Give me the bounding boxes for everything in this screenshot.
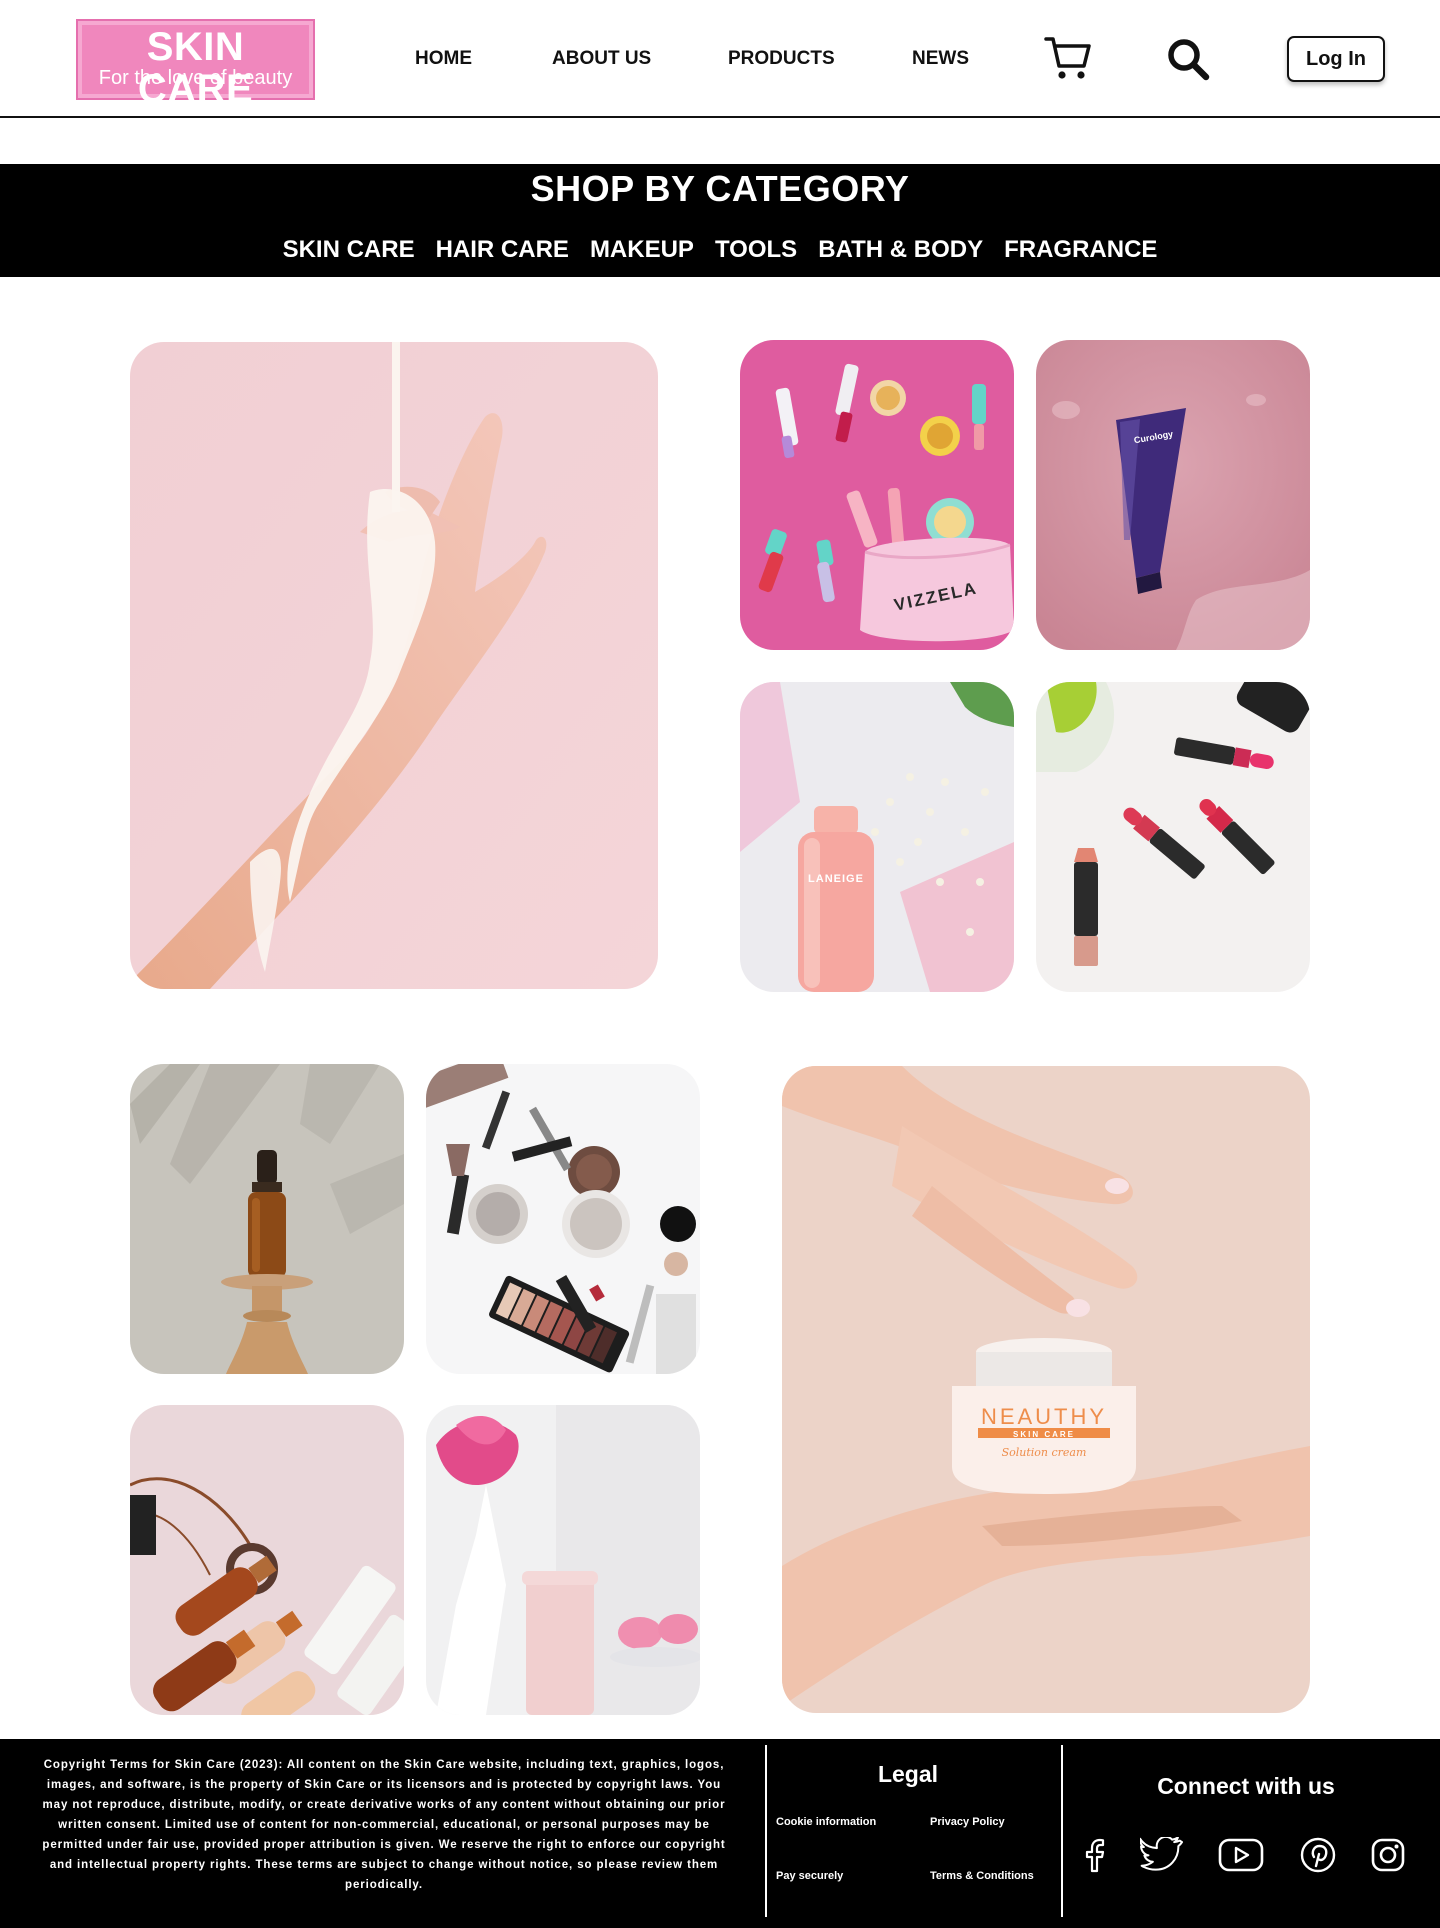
neauthy-label: NEAUTHY	[981, 1404, 1107, 1429]
legal-heading: Legal	[877, 1761, 939, 1787]
nav-news[interactable]: NEWS	[912, 48, 969, 70]
category-skin-care[interactable]: SKIN CARE	[283, 236, 415, 264]
magnifier-icon[interactable]	[1166, 37, 1210, 81]
neauthy-sublabel: SKIN CARE	[1013, 1430, 1075, 1439]
footer-divider	[765, 1745, 767, 1917]
category-heading: SHOP BY CATEGORY	[530, 168, 910, 209]
copyright-text: Copyright Terms for Skin Care (2023): Al…	[42, 1759, 726, 1891]
category-fragrance[interactable]: FRAGRANCE	[1004, 236, 1157, 264]
photo-copper-bottles[interactable]	[130, 1405, 404, 1715]
nav-about-us[interactable]: ABOUT US	[552, 48, 651, 70]
nav-products[interactable]: PRODUCTS	[728, 48, 835, 70]
category-tools[interactable]: TOOLS	[715, 236, 797, 264]
photo-pink-tube-roses[interactable]	[426, 1405, 700, 1715]
photo-laneige-toner[interactable]: LANEIGE	[740, 682, 1014, 992]
footer-divider	[1061, 1745, 1063, 1917]
pinterest-icon[interactable]	[1300, 1837, 1336, 1873]
photo-curology-tube[interactable]: Curology	[1036, 340, 1310, 650]
photo-amber-dropper[interactable]	[130, 1064, 404, 1374]
cookie-information-link[interactable]: Cookie information	[776, 1815, 876, 1829]
photo-lipsticks[interactable]	[1036, 682, 1310, 992]
youtube-icon[interactable]	[1218, 1837, 1264, 1873]
site-footer: Copyright Terms for Skin Care (2023): Al…	[0, 1739, 1440, 1928]
category-hair-care[interactable]: HAIR CARE	[436, 236, 569, 264]
photo-makeup-flatlay[interactable]	[426, 1064, 700, 1374]
brand-tagline: For the love of beauty	[98, 67, 293, 89]
connect-heading: Connect with us	[1157, 1773, 1335, 1799]
photo-hand-lotion[interactable]	[130, 342, 658, 989]
privacy-policy-link[interactable]: Privacy Policy	[930, 1815, 1005, 1829]
category-makeup[interactable]: MAKEUP	[590, 236, 694, 264]
category-bath-body[interactable]: BATH & BODY	[818, 236, 983, 264]
pay-securely-link[interactable]: Pay securely	[776, 1869, 843, 1883]
neauthy-script: Solution cream	[1002, 1446, 1087, 1459]
terms-conditions-link[interactable]: Terms & Conditions	[930, 1869, 1034, 1883]
shopping-cart-icon[interactable]	[1044, 34, 1092, 82]
site-header: SKIN CARE For the love of beauty HOME AB…	[0, 0, 1440, 118]
category-list: SKIN CARE HAIR CARE MAKEUP TOOLS BATH & …	[0, 236, 1440, 264]
category-band: SHOP BY CATEGORY SKIN CARE HAIR CARE MAK…	[0, 164, 1440, 277]
brand-logo[interactable]: SKIN CARE For the love of beauty	[76, 19, 315, 110]
laneige-label: LANEIGE	[808, 873, 864, 885]
photo-vizzela-makeup[interactable]: VIZZELA	[740, 340, 1014, 650]
photo-neauthy-cream[interactable]: NEAUTHY SKIN CARE Solution cream	[782, 1066, 1310, 1713]
facebook-icon[interactable]	[1082, 1837, 1110, 1873]
twitter-icon[interactable]	[1138, 1835, 1184, 1873]
nav-home[interactable]: HOME	[415, 48, 472, 70]
instagram-icon[interactable]	[1370, 1837, 1406, 1873]
login-button[interactable]: Log In	[1287, 36, 1385, 82]
